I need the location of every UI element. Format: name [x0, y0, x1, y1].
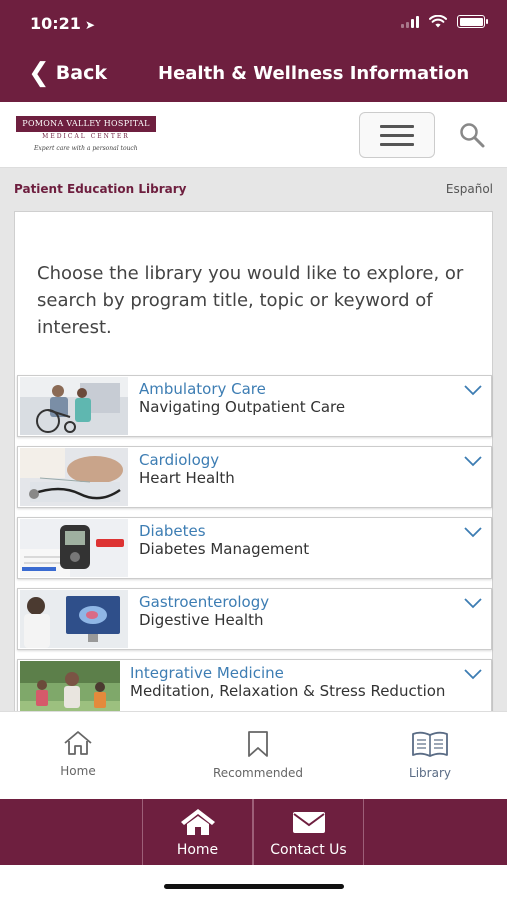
status-bar: 10:21 ➤ [0, 0, 507, 48]
battery-icon [457, 15, 488, 28]
item-title: Heart Health [139, 469, 235, 487]
chevron-down-icon[interactable] [464, 597, 482, 609]
back-label: Back [55, 62, 107, 84]
footer-home-label: Home [176, 842, 219, 858]
footer-contact-label: Contact Us [270, 842, 347, 858]
chevron-down-icon[interactable] [464, 384, 482, 396]
tab-label: Home [60, 764, 96, 778]
tab-label: Library [409, 766, 451, 780]
home-icon [180, 809, 215, 835]
stethoscope-photo [20, 448, 128, 506]
navigation-bar: ❮ Back Health & Wellness Information [0, 48, 507, 102]
tab-label: Recommended [212, 766, 304, 780]
home-indicator-area [0, 865, 507, 900]
item-text: Integrative Medicine Meditation, Relaxat… [130, 664, 450, 699]
cellular-signal-icon [401, 15, 419, 28]
tab-recommended[interactable]: Recommended [205, 730, 311, 780]
library-item-ambulatory-care[interactable]: Ambulatory Care Navigating Outpatient Ca… [17, 375, 492, 437]
menu-line-icon [380, 142, 414, 146]
envelope-icon [292, 812, 325, 833]
language-link[interactable]: Español [446, 182, 493, 196]
library-item-integrative-medicine[interactable]: Integrative Medicine Meditation, Relaxat… [17, 659, 492, 711]
footer-bar: Home Contact Us [0, 799, 507, 865]
logo-subtitle: MEDICAL CENTER [42, 133, 130, 140]
back-button[interactable]: ❮ Back [28, 60, 107, 86]
menu-line-icon [380, 124, 414, 128]
home-indicator[interactable] [164, 884, 344, 889]
item-title: Navigating Outpatient Care [139, 398, 346, 416]
tab-bar: Home Recommended Library [0, 711, 507, 799]
time-label: 10:21 [30, 14, 81, 33]
page-title: Health & Wellness Information [158, 63, 470, 84]
intro-text: Choose the library you would like to exp… [37, 263, 464, 338]
footer-contact-button[interactable]: Contact Us [253, 799, 364, 865]
chevron-down-icon[interactable] [464, 668, 482, 680]
library-panel: Choose the library you would like to exp… [14, 211, 493, 711]
chevron-down-icon[interactable] [464, 455, 482, 467]
menu-line-icon [380, 133, 414, 137]
item-text: Ambulatory Care Navigating Outpatient Ca… [139, 380, 459, 415]
item-text: Cardiology Heart Health [139, 451, 459, 486]
item-title: Diabetes Management [139, 540, 310, 558]
item-category: Integrative Medicine [130, 664, 284, 682]
brand-bar: POMONA VALLEY HOSPITAL MEDICAL CENTER Ex… [0, 102, 507, 168]
item-title: Digestive Health [139, 611, 264, 629]
home-icon [64, 731, 92, 755]
search-icon[interactable] [458, 121, 486, 149]
status-icons [401, 15, 488, 28]
wifi-icon [429, 15, 447, 28]
location-arrow-icon: ➤ [84, 18, 95, 32]
library-item-diabetes[interactable]: Diabetes Diabetes Management [17, 517, 492, 579]
library-content[interactable]: Patient Education Library Español Choose… [0, 168, 507, 711]
doctor-screen-photo [20, 590, 128, 648]
item-text: Diabetes Diabetes Management [139, 522, 459, 557]
logo-name: POMONA VALLEY HOSPITAL [16, 116, 156, 132]
library-item-gastroenterology[interactable]: Gastroenterology Digestive Health [17, 588, 492, 650]
hospital-logo[interactable]: POMONA VALLEY HOSPITAL MEDICAL CENTER Ex… [16, 116, 156, 152]
logo-tagline: Expert care with a personal touch [34, 145, 138, 152]
item-title: Meditation, Relaxation & Stress Reductio… [130, 682, 446, 700]
item-category: Cardiology [139, 451, 220, 469]
chevron-left-icon: ❮ [28, 58, 50, 88]
library-header: Patient Education Library [14, 182, 187, 196]
chevron-down-icon[interactable] [464, 526, 482, 538]
item-category: Ambulatory Care [139, 380, 266, 398]
library-item-cardiology[interactable]: Cardiology Heart Health [17, 446, 492, 508]
item-text: Gastroenterology Digestive Health [139, 593, 459, 628]
wheelchair-photo [20, 377, 128, 435]
item-category: Gastroenterology [139, 593, 270, 611]
footer-home-button[interactable]: Home [142, 799, 253, 865]
glucose-meter-photo [20, 519, 128, 577]
bookmark-icon [248, 731, 268, 757]
tab-home[interactable]: Home [52, 730, 104, 778]
hamburger-menu-button[interactable] [359, 112, 435, 158]
tab-library[interactable]: Library [403, 730, 457, 780]
status-time: 10:21 ➤ [30, 14, 95, 33]
park-walk-photo [20, 661, 120, 711]
book-icon [412, 731, 448, 757]
item-category: Diabetes [139, 522, 206, 540]
